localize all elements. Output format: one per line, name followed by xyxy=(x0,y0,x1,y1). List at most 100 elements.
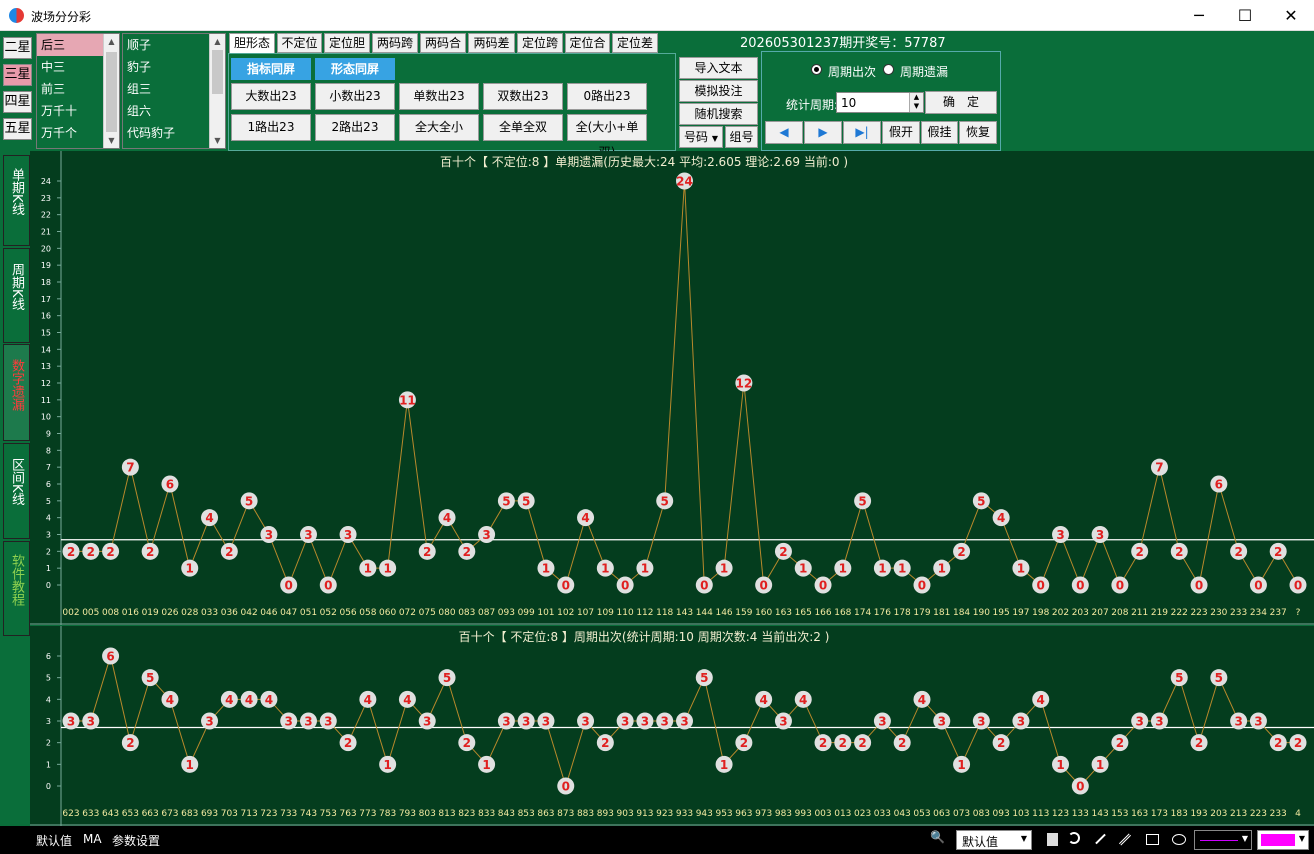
confirm-button[interactable]: 确 定 xyxy=(925,91,997,114)
ma-label[interactable]: MA xyxy=(83,832,102,846)
stat-period-input[interactable]: 10 ▲ ▼ xyxy=(836,92,924,113)
scroll-thumb[interactable] xyxy=(212,50,223,94)
undo-icon[interactable] xyxy=(1068,832,1080,844)
radio-period-miss[interactable] xyxy=(883,64,894,75)
pattern-listbox[interactable]: 顺子 豹子 组三 组六 代码豹子 ▲ ▼ xyxy=(122,33,226,149)
data-label: 1 xyxy=(383,758,391,772)
filter-button[interactable]: 全大全小 xyxy=(399,114,479,141)
x-tick-label: 036 xyxy=(221,608,238,618)
fake-hang-button[interactable]: 假挂 xyxy=(921,121,958,144)
tab-dingwei-kua[interactable]: 定位跨 xyxy=(517,33,563,53)
chevron-up-icon[interactable]: ▲ xyxy=(104,34,119,49)
rectangle-icon[interactable] xyxy=(1146,834,1159,845)
x-tick-label: 073 xyxy=(953,809,970,819)
x-tick-label: 223 xyxy=(1190,608,1207,618)
data-label: 1 xyxy=(186,562,194,576)
tab-liangma-he[interactable]: 两码合 xyxy=(420,33,466,53)
radio-period-count[interactable] xyxy=(811,64,822,75)
filter-button[interactable]: 大数出23 xyxy=(231,83,311,110)
tab-dan-xingtai[interactable]: 胆形态 xyxy=(229,33,275,54)
chevron-down-icon[interactable]: ▼ xyxy=(104,133,119,148)
data-label: 3 xyxy=(680,715,688,729)
x-tick-label: 033 xyxy=(874,809,891,819)
tab-liangma-kua[interactable]: 两码跨 xyxy=(372,33,418,53)
import-text-button[interactable]: 导入文本 xyxy=(679,57,758,79)
side-tab-number-miss[interactable]: 数字遗漏 xyxy=(3,344,30,441)
side-tab-period-kline[interactable]: 周期K线 xyxy=(3,248,30,343)
filter-button[interactable]: 小数出23 xyxy=(315,83,395,110)
skip-end-icon[interactable]: ▶| xyxy=(843,121,881,144)
data-label: 7 xyxy=(1155,461,1163,475)
x-tick-label: 953 xyxy=(715,809,732,819)
filter-button[interactable]: 0路出23 xyxy=(567,83,647,110)
minimize-button[interactable]: ─ xyxy=(1176,0,1222,31)
x-tick-label: 160 xyxy=(755,608,772,618)
data-label: 2 xyxy=(1135,545,1143,559)
random-search-button[interactable]: 随机搜索 xyxy=(679,103,758,125)
x-tick-label: 112 xyxy=(636,608,653,618)
star-button-four[interactable]: 四星 xyxy=(3,91,32,113)
star-button-five[interactable]: 五星 xyxy=(3,118,32,140)
scrollbar[interactable]: ▲ ▼ xyxy=(209,34,225,148)
double-line-icon[interactable] xyxy=(1118,833,1132,846)
x-tick-label: 019 xyxy=(142,608,159,618)
data-label: 2 xyxy=(1274,545,1282,559)
x-tick-label: 083 xyxy=(458,608,475,618)
params-label[interactable]: 参数设置 xyxy=(112,832,160,849)
code-dropdown[interactable]: 号码 ▼ xyxy=(679,126,723,148)
x-tick-label: 203 xyxy=(1072,608,1089,618)
data-label: 2 xyxy=(957,545,965,559)
filter-button[interactable]: 单数出23 xyxy=(399,83,479,110)
style-select[interactable]: 默认值 ▼ xyxy=(956,830,1032,850)
x-tick-label: 173 xyxy=(1151,809,1168,819)
data-label: 0 xyxy=(759,579,767,593)
maximize-button[interactable]: ☐ xyxy=(1222,0,1268,31)
sync-indicator-button[interactable]: 指标同屏 xyxy=(231,58,311,80)
filter-button[interactable]: 全(大小+单双) xyxy=(567,114,647,159)
star-button-three[interactable]: 三星 xyxy=(3,64,32,86)
ellipse-icon[interactable] xyxy=(1172,834,1186,845)
prev-icon[interactable]: ◀ xyxy=(765,121,803,144)
tab-buding-wei[interactable]: 不定位 xyxy=(277,33,322,53)
tab-liangma-cha[interactable]: 两码差 xyxy=(468,33,515,53)
side-tab-tutorial[interactable]: 软件教程 xyxy=(3,541,30,636)
tab-dingwei-he[interactable]: 定位合 xyxy=(565,33,610,53)
scroll-thumb[interactable] xyxy=(106,52,117,132)
x-tick-label: 913 xyxy=(636,809,653,819)
radio-dot-icon xyxy=(814,67,819,72)
filter-button[interactable]: 全单全双 xyxy=(483,114,563,141)
tab-dingwei-cha[interactable]: 定位差 xyxy=(612,33,658,53)
star-button-two[interactable]: 二星 xyxy=(3,37,32,59)
side-tab-range-kline[interactable]: 区间K线 xyxy=(3,443,30,539)
filter-button[interactable]: 1路出23 xyxy=(231,114,311,141)
x-tick-label: 028 xyxy=(181,608,198,618)
filter-button[interactable]: 2路出23 xyxy=(315,114,395,141)
fake-open-button[interactable]: 假开 xyxy=(882,121,920,144)
line-style-select[interactable]: ▼ xyxy=(1194,830,1252,850)
chevron-up-icon[interactable]: ▲ xyxy=(210,34,225,49)
scrollbar[interactable]: ▲ ▼ xyxy=(103,34,119,148)
group-button[interactable]: 组号 xyxy=(725,126,758,148)
pen-icon[interactable] xyxy=(1095,833,1106,845)
simulate-bet-button[interactable]: 模拟投注 xyxy=(679,80,758,102)
chevron-down-icon[interactable]: ▼ xyxy=(210,133,225,148)
bottom-toolbar: 默认值 MA 参数设置 🔍 默认值 ▼ ▼ ▼ xyxy=(0,826,1314,854)
data-label: 3 xyxy=(581,715,589,729)
tab-dingwei-dan[interactable]: 定位胆 xyxy=(324,33,370,53)
filter-button[interactable]: 双数出23 xyxy=(483,83,563,110)
side-tab-single-kline[interactable]: 单期K线 xyxy=(3,155,30,246)
zoom-icon[interactable]: 🔍 xyxy=(930,830,945,844)
trash-icon[interactable] xyxy=(1047,833,1058,846)
spinner-icon[interactable]: ▲ ▼ xyxy=(909,93,923,112)
x-tick-label: 146 xyxy=(715,608,732,618)
color-select[interactable]: ▼ xyxy=(1257,830,1309,850)
sync-pattern-button[interactable]: 形态同屏 xyxy=(315,58,395,80)
position-listbox[interactable]: 后三 中三 前三 万千十 万千个 ▲ ▼ xyxy=(36,33,120,149)
y-tick-label: 13 xyxy=(41,362,51,371)
next-icon[interactable]: ▶ xyxy=(804,121,842,144)
default-label[interactable]: 默认值 xyxy=(36,832,72,849)
restore-button[interactable]: 恢复 xyxy=(959,121,997,144)
data-label: 1 xyxy=(839,562,847,576)
x-tick-label: 026 xyxy=(161,608,178,618)
close-button[interactable]: ✕ xyxy=(1268,0,1314,31)
